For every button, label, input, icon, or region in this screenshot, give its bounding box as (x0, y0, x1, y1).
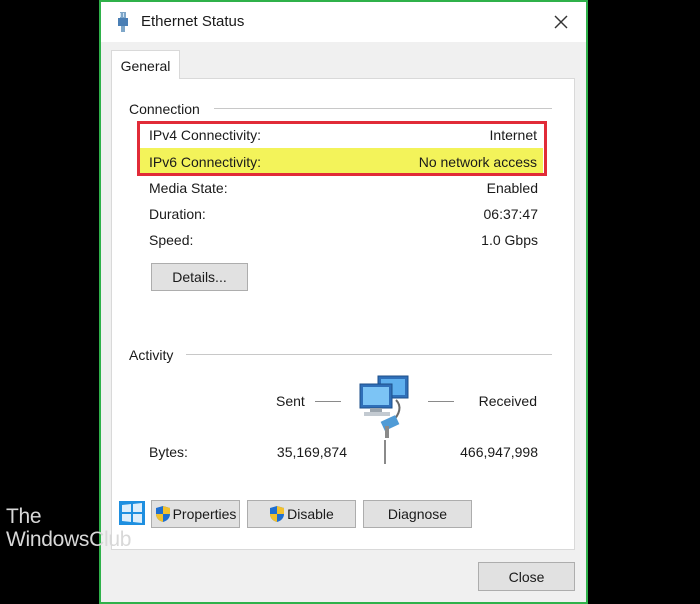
details-button[interactable]: Details... (151, 263, 248, 291)
activity-group-line (186, 354, 552, 355)
watermark-line1: The (6, 505, 42, 528)
speed-label: Speed: (149, 232, 194, 248)
bytes-divider (384, 440, 386, 464)
ipv4-connectivity-value: Internet (489, 127, 537, 143)
ipv6-connectivity-label: IPv6 Connectivity: (149, 154, 262, 170)
close-button[interactable]: Close (478, 562, 575, 591)
window-title: Ethernet Status (141, 13, 245, 30)
windows-logo-icon (119, 501, 145, 525)
speed-value: 1.0 Gbps (481, 232, 538, 248)
duration-value: 06:37:47 (483, 206, 539, 222)
properties-button[interactable]: Properties (151, 500, 240, 528)
media-state-label: Media State: (149, 180, 228, 196)
disable-button[interactable]: Disable (247, 500, 356, 528)
watermark-line2: WindowsClub (6, 528, 132, 551)
title-bar[interactable]: Ethernet Status (101, 2, 586, 42)
duration-label: Duration: (149, 206, 206, 222)
close-button-label: Close (508, 568, 545, 585)
uac-shield-icon (155, 506, 170, 522)
ipv4-connectivity-label: IPv4 Connectivity: (149, 127, 262, 143)
sent-dash (315, 401, 341, 402)
connection-group-line (214, 108, 552, 109)
diagnose-button[interactable]: Diagnose (363, 500, 472, 528)
diagnose-button-label: Diagnose (387, 506, 448, 522)
close-icon[interactable] (546, 8, 576, 36)
properties-button-label: Properties (172, 506, 237, 522)
sent-label: Sent (276, 393, 305, 409)
bytes-sent-value: 35,169,874 (276, 444, 347, 460)
bytes-received-value: 466,947,998 (460, 444, 538, 460)
received-dash (428, 401, 454, 402)
received-label: Received (478, 393, 537, 409)
connection-group-label: Connection (129, 101, 206, 117)
uac-shield-icon (270, 506, 285, 522)
disable-button-label: Disable (287, 506, 334, 522)
activity-group-label: Activity (129, 347, 180, 363)
network-computers-icon (359, 375, 409, 438)
ethernet-cable-icon (118, 12, 128, 32)
media-state-value: Enabled (486, 180, 538, 196)
details-button-label: Details... (172, 269, 227, 285)
tab-general[interactable]: General (111, 50, 180, 79)
ipv6-connectivity-value: No network access (418, 154, 537, 170)
bytes-label: Bytes: (149, 444, 188, 460)
